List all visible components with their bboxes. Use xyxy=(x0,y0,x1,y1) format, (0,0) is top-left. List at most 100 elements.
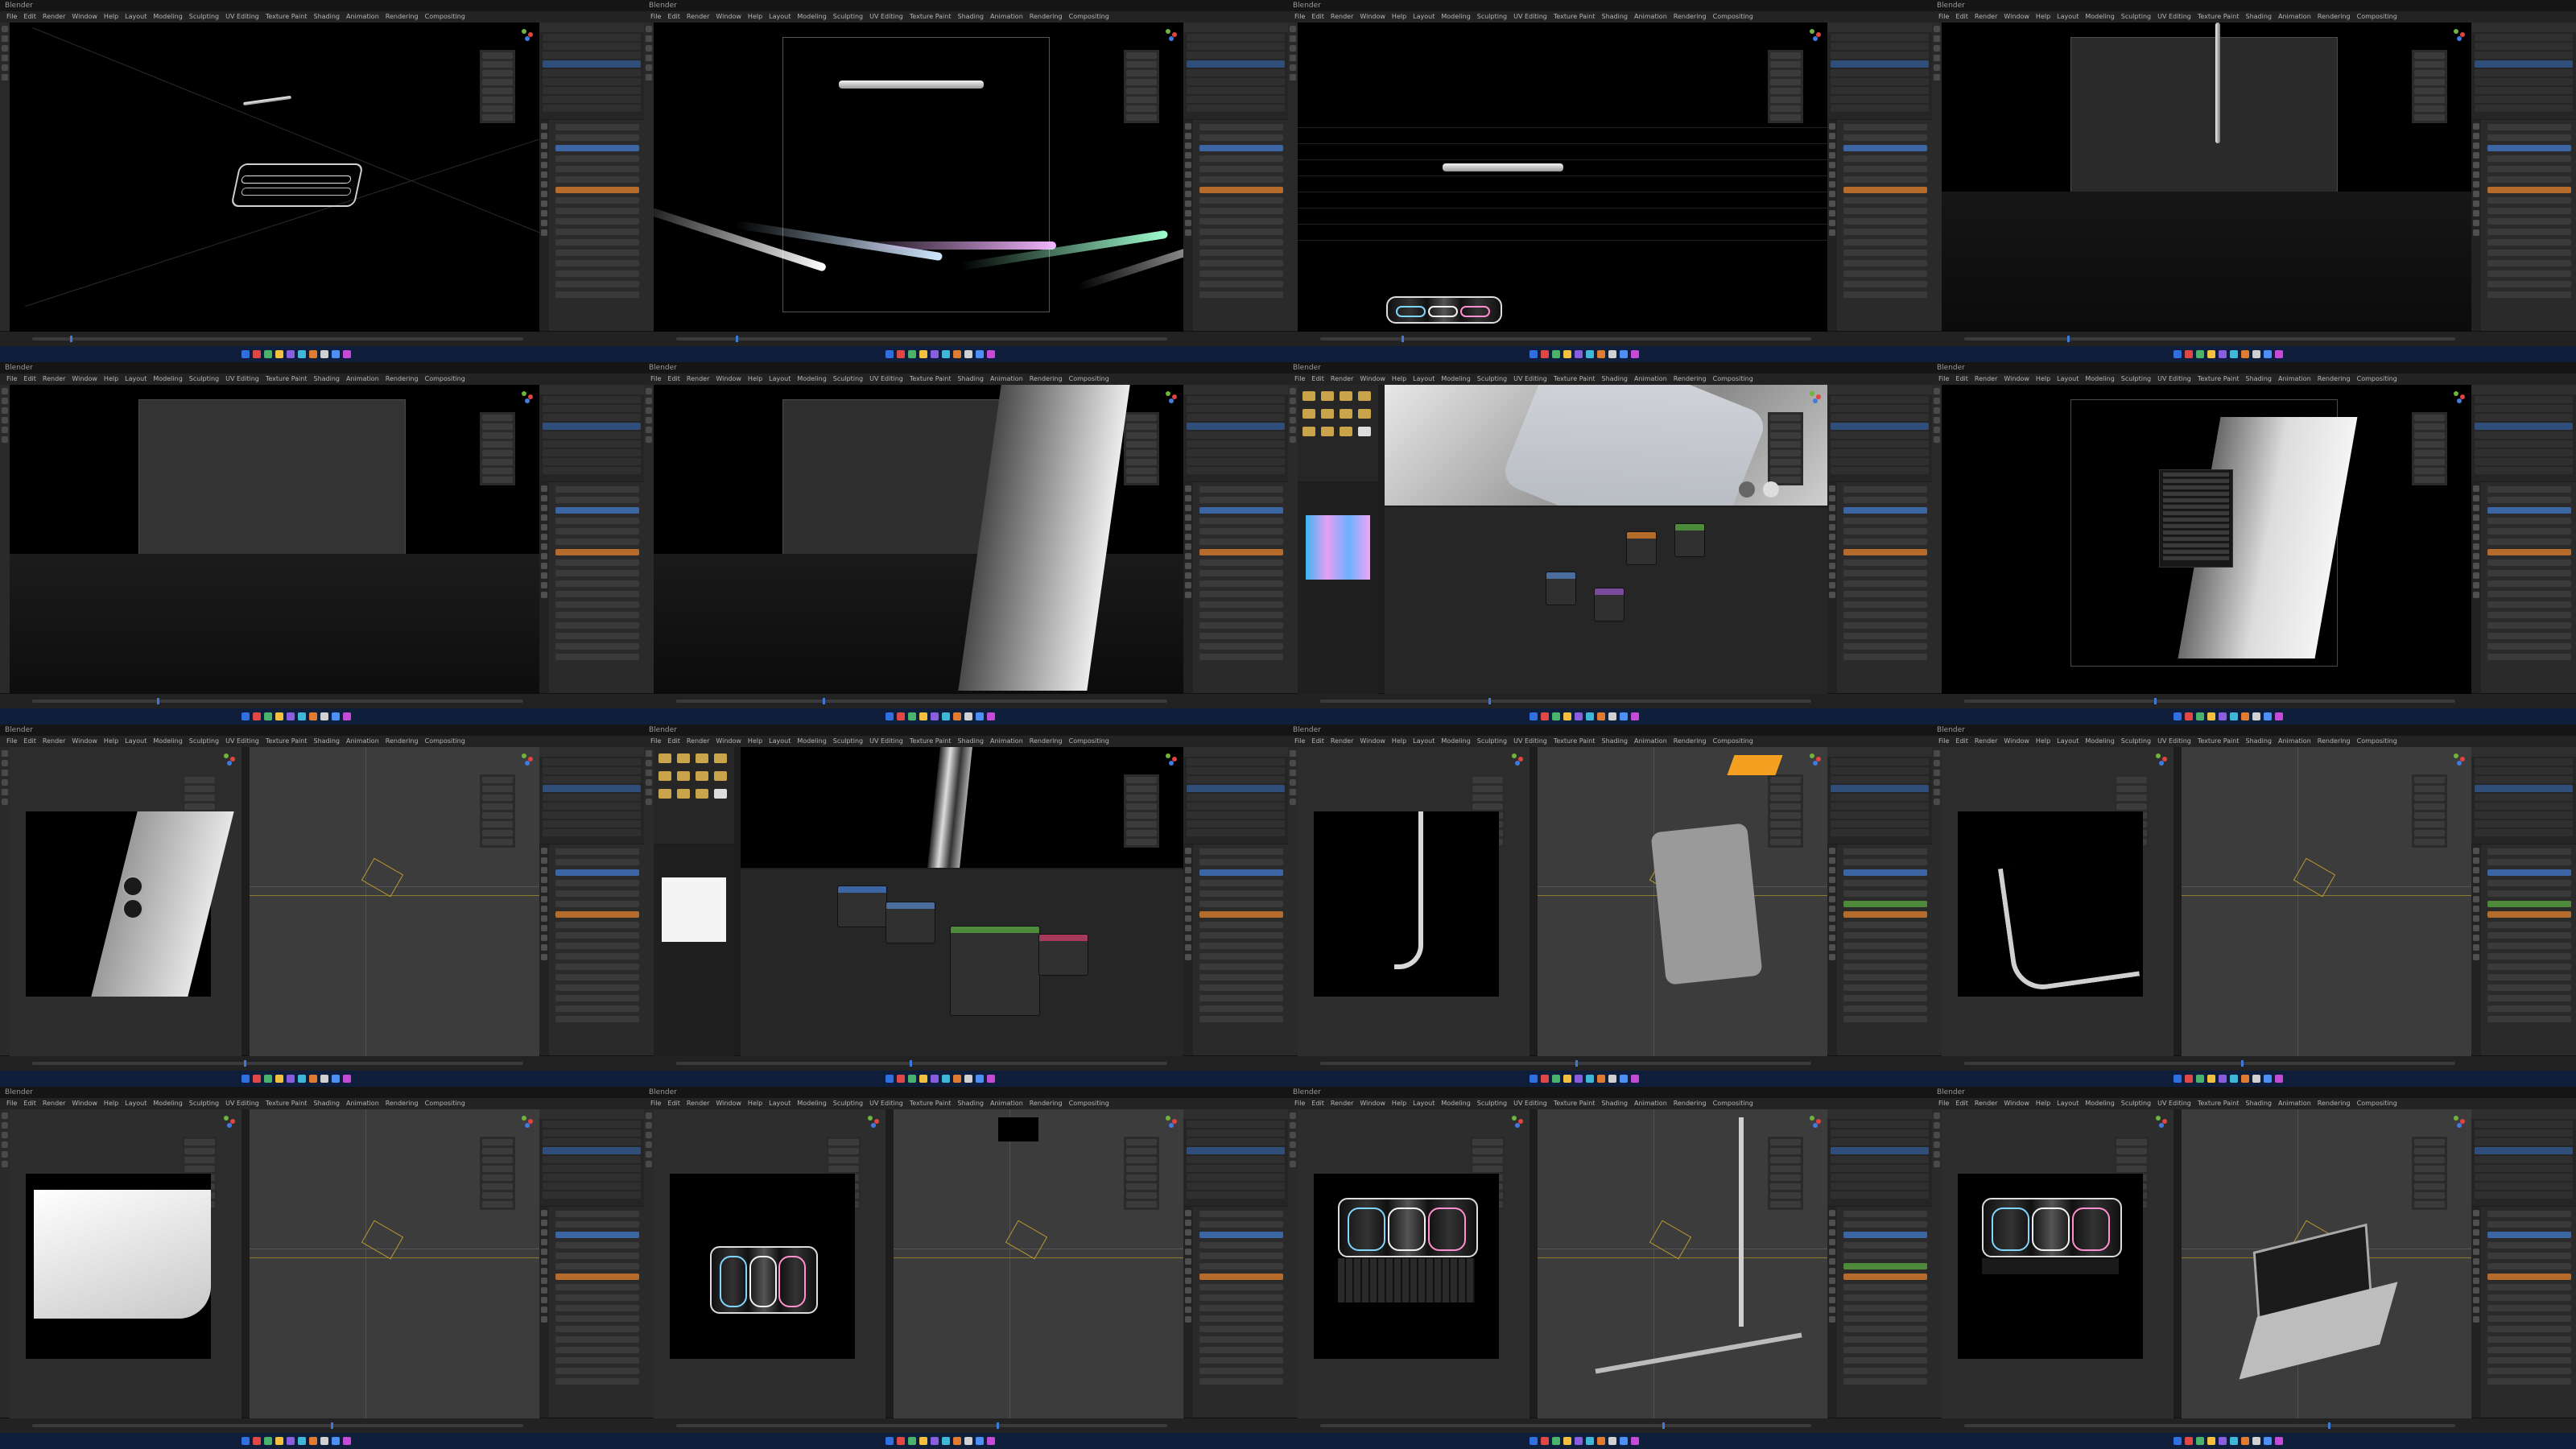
taskbar-app-icon[interactable] xyxy=(1541,1437,1549,1445)
sidebar-field[interactable] xyxy=(1126,803,1157,810)
property-field[interactable] xyxy=(2487,612,2571,618)
workspace-tab[interactable]: Sculpting xyxy=(2121,375,2151,382)
outliner-row[interactable] xyxy=(1187,776,1285,783)
sidebar-field[interactable] xyxy=(1770,1148,1801,1154)
scale-icon[interactable] xyxy=(1290,55,1296,61)
taskbar-app-icon[interactable] xyxy=(953,1437,961,1445)
workspace-tab[interactable]: Texture Paint xyxy=(2198,737,2240,745)
workspace-tab[interactable]: Shading xyxy=(313,737,340,745)
properties-tab-icon[interactable] xyxy=(541,133,547,139)
property-field[interactable] xyxy=(2487,260,2571,266)
menu-item[interactable]: Render xyxy=(1975,737,1997,745)
menu-item[interactable]: Render xyxy=(1331,13,1353,20)
properties-tab-icon[interactable] xyxy=(1185,1249,1191,1255)
property-field[interactable] xyxy=(555,901,639,907)
properties-tab-icon[interactable] xyxy=(2473,857,2479,864)
property-field[interactable] xyxy=(1843,208,1927,214)
outliner-row[interactable] xyxy=(1831,1129,1929,1137)
gizmo-y-axis[interactable] xyxy=(1166,391,1170,396)
folder-icon[interactable] xyxy=(1302,391,1315,401)
workspace-tab[interactable]: Layout xyxy=(125,1100,147,1107)
taskbar-app-icon[interactable] xyxy=(1620,712,1628,720)
taskbar-app-icon[interactable] xyxy=(2230,712,2238,720)
workspace-tab[interactable]: Modeling xyxy=(1441,1100,1470,1107)
menu-item[interactable]: Window xyxy=(1360,13,1385,20)
folder-icon[interactable] xyxy=(1340,391,1352,401)
taskbar-app-icon[interactable] xyxy=(1586,350,1594,358)
properties-tab-icon[interactable] xyxy=(1185,1287,1191,1294)
navigation-gizmo[interactable] xyxy=(1510,1114,1525,1129)
properties-tab-icon[interactable] xyxy=(541,1229,547,1236)
outliner-row[interactable] xyxy=(2475,440,2573,448)
workspace-tab[interactable]: UV Editing xyxy=(2157,737,2191,745)
outliner-row[interactable] xyxy=(1187,1156,1285,1163)
folder-icon[interactable] xyxy=(1321,427,1334,436)
folder-icon[interactable] xyxy=(658,771,671,781)
property-field[interactable] xyxy=(1843,1263,1927,1269)
folder-icon[interactable] xyxy=(696,771,708,781)
scale-icon[interactable] xyxy=(2,1141,8,1148)
taskbar-app-icon[interactable] xyxy=(886,1075,894,1083)
gizmo-y-axis[interactable] xyxy=(224,1116,229,1121)
workspace-tab[interactable]: Layout xyxy=(1413,737,1435,745)
sidebar-field[interactable] xyxy=(1126,441,1157,448)
outliner-row[interactable] xyxy=(2475,467,2573,474)
property-field[interactable] xyxy=(1199,890,1283,897)
taskbar-app-icon[interactable] xyxy=(976,350,984,358)
taskbar-app-icon[interactable] xyxy=(2196,1437,2204,1445)
properties-tab-icon[interactable] xyxy=(2473,220,2479,226)
taskbar-app-icon[interactable] xyxy=(976,1437,984,1445)
outliner-row[interactable] xyxy=(1831,820,1929,828)
property-field[interactable] xyxy=(2487,559,2571,566)
move-icon[interactable] xyxy=(646,760,652,766)
apple-pencil[interactable] xyxy=(243,95,291,106)
property-field[interactable] xyxy=(1843,654,1927,660)
outliner-row[interactable] xyxy=(2475,405,2573,412)
property-field[interactable] xyxy=(2487,643,2571,650)
taskbar-app-icon[interactable] xyxy=(332,712,340,720)
taskbar-app-icon[interactable] xyxy=(976,1075,984,1083)
property-field[interactable] xyxy=(1843,197,1927,204)
workspace-tab[interactable]: Rendering xyxy=(2318,737,2351,745)
workspace-tab[interactable]: UV Editing xyxy=(1513,1100,1547,1107)
sidebar-field[interactable] xyxy=(2414,52,2445,59)
playhead[interactable] xyxy=(2328,1422,2330,1429)
outliner-row[interactable] xyxy=(543,96,641,103)
taskbar-app-icon[interactable] xyxy=(332,1075,340,1083)
sidebar-field[interactable] xyxy=(482,1166,513,1172)
navigation-gizmo[interactable] xyxy=(2452,390,2467,404)
property-field[interactable] xyxy=(2487,922,2571,928)
properties-tab-icon[interactable] xyxy=(1185,582,1191,588)
gizmo-y-axis[interactable] xyxy=(1512,753,1517,758)
workspace-tab[interactable]: Layout xyxy=(2057,737,2079,745)
properties-tab-icon[interactable] xyxy=(1185,1258,1191,1265)
outliner-row[interactable] xyxy=(1187,43,1285,50)
property-field[interactable] xyxy=(2487,964,2571,970)
property-field[interactable] xyxy=(1843,1294,1927,1301)
property-field[interactable] xyxy=(1843,155,1927,162)
outliner-row[interactable] xyxy=(543,34,641,41)
menu-item[interactable]: Help xyxy=(748,1100,762,1107)
taskbar-app-icon[interactable] xyxy=(1530,1437,1538,1445)
taskbar-app-icon[interactable] xyxy=(953,1075,961,1083)
taskbar-app-icon[interactable] xyxy=(1563,350,1571,358)
sidebar-field[interactable] xyxy=(1126,1166,1157,1172)
sidebar-field[interactable] xyxy=(2414,803,2445,810)
workspace-tab[interactable]: UV Editing xyxy=(869,737,903,745)
scale-icon[interactable] xyxy=(1290,779,1296,786)
property-field[interactable] xyxy=(2487,507,2571,514)
outliner-row[interactable] xyxy=(1831,34,1929,41)
property-field[interactable] xyxy=(555,848,639,855)
properties-tab-icon[interactable] xyxy=(1829,1287,1835,1294)
outliner-row[interactable] xyxy=(1831,1165,1929,1172)
properties-tab-icon[interactable] xyxy=(541,1316,547,1323)
workspace-tab[interactable]: Compositing xyxy=(1713,737,1753,745)
property-field[interactable] xyxy=(1199,1232,1283,1238)
outliner-row[interactable] xyxy=(1831,87,1929,94)
workspace-tab[interactable]: Animation xyxy=(990,375,1023,382)
cursor-icon[interactable] xyxy=(2,26,8,32)
property-field[interactable] xyxy=(1199,281,1283,287)
sidebar-field[interactable] xyxy=(828,1148,859,1154)
context-menu-item[interactable] xyxy=(2163,485,2229,489)
properties-tab-icon[interactable] xyxy=(1829,505,1835,511)
